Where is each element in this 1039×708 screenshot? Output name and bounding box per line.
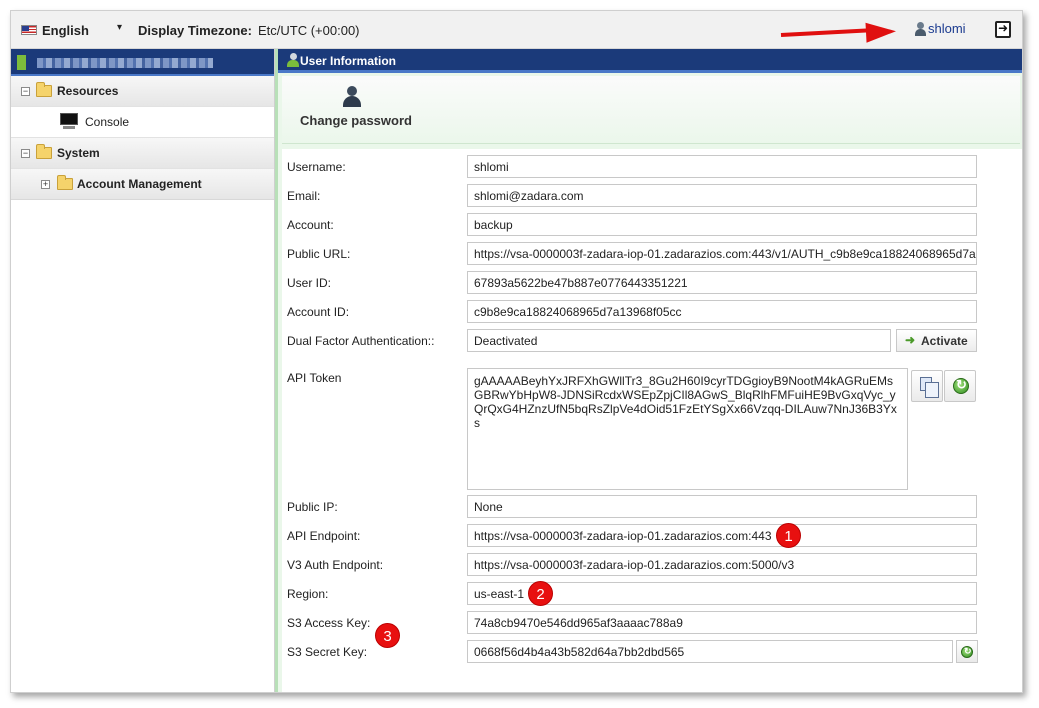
field-account-id: Account ID: c9b8e9ca18824068965d7a13968f… xyxy=(282,300,1022,325)
sidebar: − Resources Console − System + Account M… xyxy=(11,49,275,692)
refresh-icon xyxy=(953,377,969,394)
field-label: V3 Auth Endpoint: xyxy=(287,558,384,572)
sidebar-item-label: Account Management xyxy=(77,177,202,191)
field-dual-factor: Dual Factor Authentication:: Deactivated… xyxy=(282,329,1022,354)
folder-icon xyxy=(36,82,52,97)
sidebar-item-console[interactable]: Console xyxy=(11,107,274,138)
refresh-icon xyxy=(961,646,973,658)
toolbar: Change password xyxy=(282,76,1020,144)
field-label: Region: xyxy=(287,587,329,601)
change-password-button[interactable]: Change password xyxy=(282,76,432,142)
field-label: Account ID: xyxy=(287,305,350,319)
sidebar-item-label: System xyxy=(57,146,100,160)
field-account: Account: backup xyxy=(282,213,1022,238)
sidebar-item-label: Console xyxy=(85,115,130,129)
folder-icon xyxy=(36,144,52,159)
timezone-value[interactable]: Etc/UTC (+00:00) xyxy=(258,23,360,38)
field-label: API Token xyxy=(287,371,342,385)
us-flag-icon xyxy=(21,25,37,35)
field-label: Email: xyxy=(287,189,321,203)
annotation-arrow xyxy=(780,28,871,37)
sidebar-header xyxy=(11,49,274,76)
email-field[interactable]: shlomi@zadara.com xyxy=(467,184,977,207)
field-username: Username: shlomi xyxy=(282,155,1022,180)
account-field[interactable]: backup xyxy=(467,213,977,236)
field-v3-auth-endpoint: V3 Auth Endpoint: https://vsa-0000003f-z… xyxy=(282,553,1022,578)
copy-token-button[interactable] xyxy=(911,370,943,402)
app-window: English ▾ Display Timezone: Etc/UTC (+00… xyxy=(10,10,1023,693)
api-endpoint-field[interactable]: https://vsa-0000003f-zadara-iop-01.zadar… xyxy=(467,524,977,547)
top-bar: English ▾ Display Timezone: Etc/UTC (+00… xyxy=(11,11,1022,49)
collapse-icon[interactable]: − xyxy=(21,149,30,158)
v3-auth-endpoint-field[interactable]: https://vsa-0000003f-zadara-iop-01.zadar… xyxy=(467,553,977,576)
regenerate-secret-button[interactable] xyxy=(956,640,978,663)
folder-icon xyxy=(57,175,73,190)
field-public-ip: Public IP: None xyxy=(282,495,1022,520)
panel-title: User Information xyxy=(300,54,397,68)
sidebar-item-label: Resources xyxy=(57,84,119,98)
language-selector[interactable]: English xyxy=(42,23,89,38)
field-label: Public IP: xyxy=(287,500,338,514)
caret-down-icon[interactable]: ▾ xyxy=(117,22,122,33)
annotation-badge: 3 xyxy=(375,623,400,648)
change-password-label: Change password xyxy=(300,113,412,128)
main-panel: User Information Change password Usernam… xyxy=(275,49,1022,692)
field-email: Email: shlomi@zadara.com xyxy=(282,184,1022,209)
user-icon xyxy=(342,86,362,108)
user-icon xyxy=(914,21,926,36)
field-api-endpoint: API Endpoint: https://vsa-0000003f-zadar… xyxy=(282,524,1022,549)
field-label: S3 Access Key: xyxy=(287,616,371,630)
sidebar-item-resources[interactable]: − Resources xyxy=(11,76,274,107)
logout-icon[interactable] xyxy=(995,21,1011,38)
field-user-id: User ID: 67893a5622be47b887e077644335122… xyxy=(282,271,1022,296)
field-label: Public URL: xyxy=(287,247,351,261)
field-label: User ID: xyxy=(287,276,332,290)
annotation-badge: 2 xyxy=(528,581,553,606)
timezone-label: Display Timezone: xyxy=(138,23,252,38)
s3-secret-key-field[interactable]: 0668f56d4b4a43b582d64a7bb2dbd565 xyxy=(467,640,953,663)
console-icon xyxy=(60,113,78,130)
public-ip-field[interactable]: None xyxy=(467,495,977,518)
username-field[interactable]: shlomi xyxy=(467,155,977,178)
collapse-icon[interactable]: − xyxy=(21,87,30,96)
account-id-field[interactable]: c9b8e9ca18824068965d7a13968f05cc xyxy=(467,300,977,323)
annotation-badge: 1 xyxy=(776,523,801,548)
user-info-icon xyxy=(286,53,300,67)
field-region: Region: us-east-1 xyxy=(282,582,1022,607)
redacted-name xyxy=(37,58,213,68)
user-info-form: Username: shlomi Email: shlomi@zadara.co… xyxy=(282,149,1022,692)
field-api-token: API Token gAAAAABeyhYxJRFXhGWllTr3_8Gu2H… xyxy=(282,368,1022,492)
refresh-token-button[interactable] xyxy=(944,370,976,402)
field-label: API Endpoint: xyxy=(287,529,361,543)
field-label: S3 Secret Key: xyxy=(287,645,368,659)
user-menu-link[interactable]: shlomi xyxy=(914,21,966,36)
user-id-field[interactable]: 67893a5622be47b887e0776443351221 xyxy=(467,271,977,294)
api-token-textarea[interactable]: gAAAAABeyhYxJRFXhGWllTr3_8Gu2H60I9cyrTDG… xyxy=(467,368,908,490)
brand-bar-icon xyxy=(17,55,26,70)
activate-button[interactable]: Activate xyxy=(896,329,977,352)
field-label: Dual Factor Authentication:: xyxy=(287,334,435,348)
s3-access-key-field[interactable]: 74a8cb9470e546dd965af3aaaac788a9 xyxy=(467,611,977,634)
annotation-arrow-head xyxy=(865,21,897,43)
field-label: Username: xyxy=(287,160,346,174)
copy-icon xyxy=(920,377,939,398)
username-label: shlomi xyxy=(928,21,966,36)
sidebar-item-account-management[interactable]: + Account Management xyxy=(11,169,274,200)
dual-factor-status-field[interactable]: Deactivated xyxy=(467,329,891,352)
expand-icon[interactable]: + xyxy=(41,180,50,189)
field-label: Account: xyxy=(287,218,334,232)
public-url-field[interactable]: https://vsa-0000003f-zadara-iop-01.zadar… xyxy=(467,242,977,265)
panel-header: User Information xyxy=(278,49,1022,73)
sidebar-item-system[interactable]: − System xyxy=(11,138,274,169)
field-public-url: Public URL: https://vsa-0000003f-zadara-… xyxy=(282,242,1022,267)
